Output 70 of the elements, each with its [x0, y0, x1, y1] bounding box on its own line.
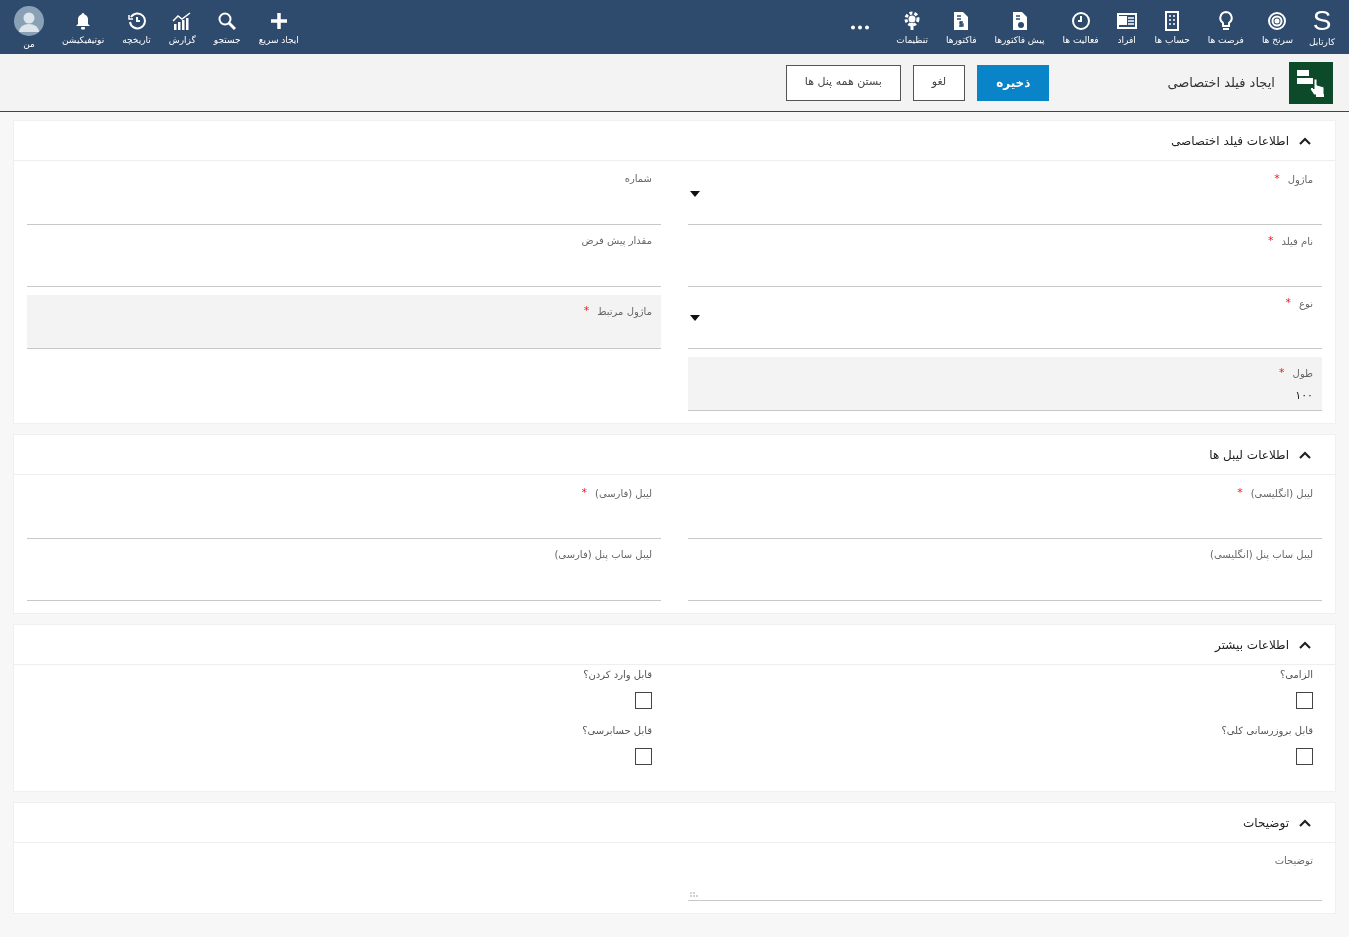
checkbox[interactable]	[635, 748, 652, 765]
field-label: مقدار پیش فرض	[581, 234, 652, 248]
gear-icon	[903, 9, 922, 32]
nav-item[interactable]: ایجاد سریع	[252, 0, 305, 54]
target-icon	[1267, 9, 1288, 32]
field-label: قابل حسابرسی؟	[582, 724, 652, 738]
checkbox[interactable]	[1296, 692, 1313, 709]
field-label: ماژول	[1287, 172, 1313, 187]
chevron-up-icon	[1299, 136, 1311, 145]
panel-header[interactable]: اطلاعات لیبل ها	[14, 435, 1335, 475]
resize-grip-icon	[690, 890, 698, 898]
bar-chart-icon	[172, 9, 193, 32]
page-title: ایجاد فیلد اختصاصی	[1167, 73, 1275, 92]
document-check-icon	[1011, 9, 1028, 32]
field-label: ماژول مرتبط	[597, 304, 652, 319]
field-label: شماره	[624, 172, 652, 186]
nav-item[interactable]: فاکتورها	[939, 0, 983, 54]
required-asterisk: *	[1279, 365, 1285, 381]
logo-letter: S	[1312, 7, 1332, 34]
more-icon[interactable]	[850, 24, 871, 30]
required-asterisk: *	[1267, 233, 1274, 249]
checkbox[interactable]	[635, 692, 652, 709]
nav-item[interactable]: نوتیفیکیشن	[56, 0, 111, 54]
nav-item[interactable]: تنظیمات	[890, 0, 934, 54]
dropdown-caret-icon	[690, 191, 700, 197]
checkbox[interactable]	[1296, 748, 1313, 765]
field-label: طول	[1292, 366, 1313, 381]
field-label: لیبل ساب پنل (فارسی)	[554, 548, 652, 562]
field-label: لیبل (انگلیسی)	[1250, 486, 1313, 501]
field-label: الزامی؟	[1279, 668, 1313, 682]
building-icon	[1164, 9, 1181, 32]
action-button[interactable]: لغو	[912, 64, 966, 101]
field-label: نوع	[1299, 296, 1313, 311]
lightbulb-icon	[1217, 9, 1234, 32]
field-label: لیبل ساب پنل (انگلیسی)	[1210, 548, 1313, 562]
chevron-up-icon	[1299, 450, 1311, 459]
chevron-up-icon	[1299, 818, 1311, 827]
required-asterisk: *	[583, 303, 590, 319]
save-button[interactable]: ذخیره	[977, 64, 1050, 101]
custom-field-icon	[1289, 61, 1333, 104]
history-icon	[127, 9, 146, 32]
panel-header[interactable]: توضیحات	[14, 803, 1335, 843]
avatar-icon	[14, 5, 44, 36]
nav-item[interactable]: افراد	[1110, 0, 1143, 54]
nav-item[interactable]: فعالیت ها	[1056, 0, 1105, 54]
required-asterisk: *	[1237, 485, 1243, 501]
nav-item[interactable]: گزارش	[162, 0, 202, 54]
chevron-up-icon	[1299, 640, 1311, 649]
field-label: توضیحات	[1274, 854, 1313, 868]
field-value: ۱۰۰	[1294, 387, 1313, 404]
nav-item[interactable]: تاریخچه	[116, 0, 157, 54]
clock-icon	[1070, 9, 1091, 32]
nav-item[interactable]: فرصت ها	[1201, 0, 1250, 54]
user-menu[interactable]: من	[8, 0, 50, 54]
document-dollar-icon	[953, 9, 970, 32]
field-label: نام فیلد	[1281, 234, 1313, 249]
panel-header[interactable]: اطلاعات فیلد اختصاصی	[14, 121, 1335, 161]
field-label: لیبل (فارسی)	[595, 486, 652, 501]
required-asterisk: *	[581, 485, 587, 501]
panel-header[interactable]: اطلاعات بیشتر	[14, 625, 1335, 665]
nav-item[interactable]: جستجو	[207, 0, 247, 54]
required-asterisk: *	[1285, 295, 1292, 311]
dropdown-caret-icon	[690, 315, 700, 321]
nav-item[interactable]: سرنخ ها	[1255, 0, 1300, 54]
required-asterisk: *	[1274, 171, 1280, 187]
action-button[interactable]: بستن همه پنل ها	[785, 64, 901, 101]
nav-item[interactable]: حساب ها	[1148, 0, 1196, 54]
nav-item[interactable]: پیش فاکتورها	[988, 0, 1051, 54]
field-label: قابل بروزرسانی کلی؟	[1221, 724, 1313, 738]
field-label: قابل وارد کردن؟	[583, 668, 652, 682]
